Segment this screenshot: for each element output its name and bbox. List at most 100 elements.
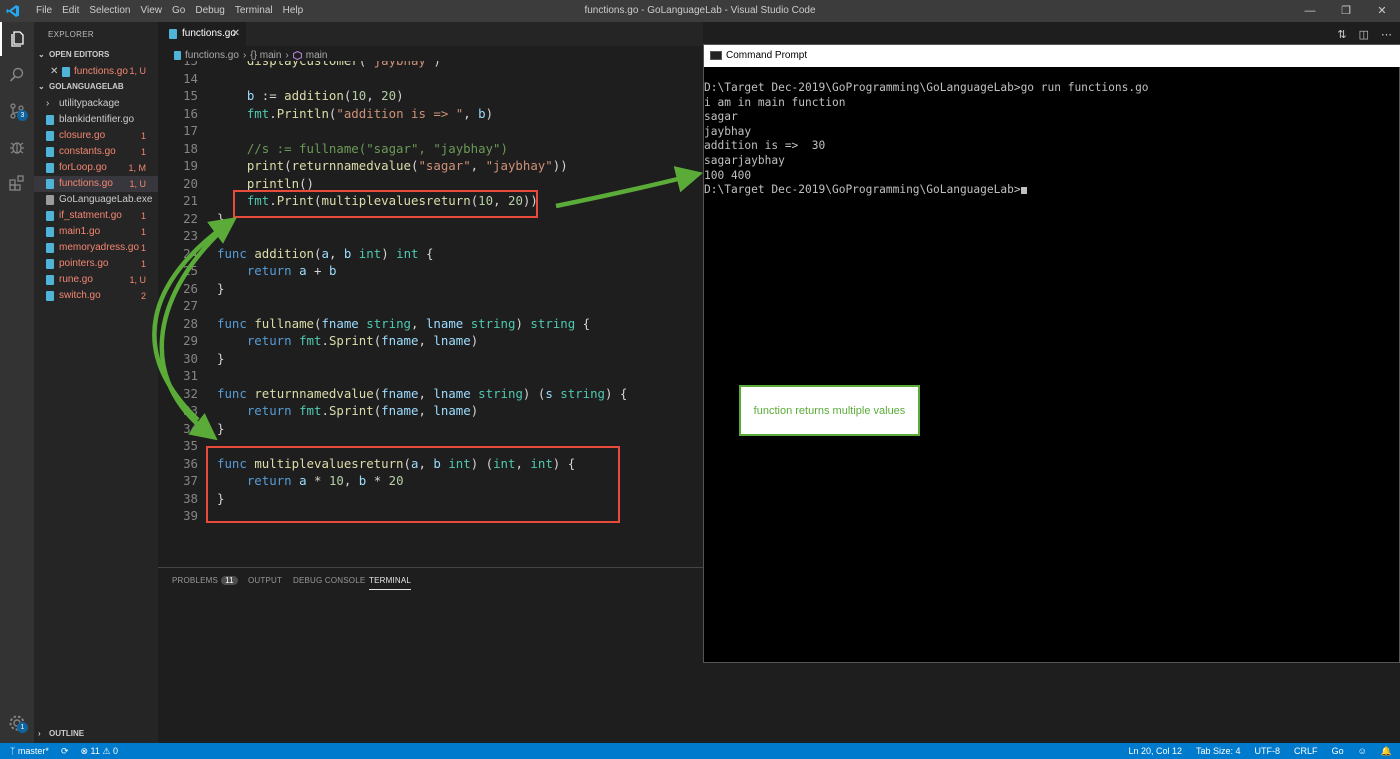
restore-icon[interactable]: ❐ <box>1328 0 1364 22</box>
line-number: 32 <box>183 385 198 401</box>
minimize-icon[interactable]: — <box>1292 0 1328 22</box>
file-tree-item[interactable]: › utilitypackage <box>34 96 158 112</box>
file-name: functions.go <box>59 178 113 189</box>
search-icon[interactable] <box>0 58 34 92</box>
file-tree-item[interactable]: forLoop.go 1, M <box>34 160 158 176</box>
code-line[interactable]: 29 return fmt.Sprint(fname, lname) <box>158 332 703 350</box>
menu-terminal[interactable]: Terminal <box>230 5 278 17</box>
project-section[interactable]: ⌄ GOLANGUAGELAB <box>34 80 158 94</box>
code-line[interactable]: 16 fmt.Println("addition is => ", b) <box>158 105 703 123</box>
terminal-line: jaybhay <box>704 124 752 138</box>
tab-size[interactable]: Tab Size: 4 <box>1196 743 1241 759</box>
tab-output[interactable]: OUTPUT <box>248 576 282 585</box>
open-editors-section[interactable]: ⌄ OPEN EDITORS <box>34 48 158 62</box>
file-tree-item[interactable]: switch.go 2 <box>34 288 158 304</box>
file-tree-item[interactable]: GoLanguageLab.exe <box>34 192 158 208</box>
source-control-icon[interactable]: 3 <box>0 94 34 128</box>
go-file-icon <box>46 291 54 301</box>
code-line[interactable]: 30} <box>158 350 703 368</box>
file-tree-item[interactable]: if_statment.go 1 <box>34 208 158 224</box>
line-number: 28 <box>183 315 198 331</box>
terminal-line: sagarjaybhay <box>704 153 785 167</box>
breadcrumb-file[interactable]: functions.go <box>185 50 239 61</box>
exe-file-icon <box>46 195 54 205</box>
feedback-icon[interactable]: ☺ <box>1358 743 1367 759</box>
breadcrumb-package[interactable]: {} main <box>250 50 281 61</box>
tab-close-icon[interactable]: ✕ <box>232 22 240 46</box>
cursor-position[interactable]: Ln 20, Col 12 <box>1128 743 1182 759</box>
warning-icon: ⚠ <box>102 746 111 756</box>
split-editor-icon[interactable]: ◫ <box>1359 28 1369 41</box>
command-prompt-output[interactable]: D:\Target Dec-2019\GoProgramming\GoLangu… <box>704 81 1400 198</box>
menu-debug[interactable]: Debug <box>190 5 229 17</box>
code-line[interactable]: 24 func addition(a, b int) int { <box>158 245 703 263</box>
file-tree-item[interactable]: pointers.go 1 <box>34 256 158 272</box>
menu-file[interactable]: File <box>31 5 57 17</box>
menu-edit[interactable]: Edit <box>57 5 84 17</box>
debug-icon[interactable] <box>0 130 34 164</box>
command-prompt-window[interactable]: Command Prompt D:\Target Dec-2019\GoProg… <box>703 44 1400 663</box>
file-tree-item[interactable]: main1.go 1 <box>34 224 158 240</box>
open-editor-item[interactable]: ✕ functions.go 1, U <box>34 64 158 79</box>
tab-problems[interactable]: PROBLEMS 11 <box>172 576 238 585</box>
code-line[interactable]: 32 func returnnamedvalue(fname, lname str… <box>158 385 703 403</box>
tab-terminal[interactable]: TERMINAL <box>369 576 412 590</box>
language-mode[interactable]: Go <box>1332 743 1344 759</box>
go-file-icon <box>46 275 54 285</box>
extensions-icon[interactable] <box>0 166 34 200</box>
file-tree-item[interactable]: functions.go 1, U <box>34 176 158 192</box>
breadcrumb-separator-icon: › <box>242 49 247 61</box>
encoding[interactable]: UTF-8 <box>1255 743 1281 759</box>
settings-gear-icon[interactable]: 1 <box>0 706 34 740</box>
tab-functions-go[interactable]: functions.go ✕ <box>158 22 246 46</box>
file-tree-item[interactable]: memoryadress.go 1 <box>34 240 158 256</box>
code-line[interactable]: 33 return fmt.Sprint(fname, lname) <box>158 402 703 420</box>
line-ending[interactable]: CRLF <box>1294 743 1318 759</box>
file-tree-item[interactable]: closure.go 1 <box>34 128 158 144</box>
code-line[interactable]: 31 <box>158 367 703 385</box>
open-editor-status: 1, U <box>129 66 146 76</box>
line-number: 24 <box>183 245 198 261</box>
line-number: 38 <box>183 490 198 506</box>
file-tree-item[interactable]: constants.go 1 <box>34 144 158 160</box>
chevron-down-icon: ⌄ <box>38 82 45 91</box>
code-line[interactable]: 34} <box>158 420 703 438</box>
menu-view[interactable]: View <box>136 5 168 17</box>
close-editor-icon[interactable]: ✕ <box>50 64 58 79</box>
menu-selection[interactable]: Selection <box>84 5 135 17</box>
file-tree-item[interactable]: rune.go 1, U <box>34 272 158 288</box>
activity-bar: 3 1 <box>0 22 34 743</box>
close-icon[interactable]: ✕ <box>1364 0 1400 22</box>
notifications-icon[interactable]: 🔔 <box>1381 743 1392 759</box>
menu-go[interactable]: Go <box>167 5 190 17</box>
line-number: 23 <box>183 228 198 243</box>
outline-section[interactable]: › OUTLINE <box>34 727 158 741</box>
more-actions-icon[interactable]: ⋯ <box>1381 28 1392 41</box>
code-line[interactable]: 23 <box>158 227 703 245</box>
go-file-icon <box>46 243 54 253</box>
command-prompt-titlebar[interactable]: Command Prompt <box>704 45 1400 67</box>
branch-status[interactable]: ᛉ master* <box>10 743 49 759</box>
code-line[interactable]: 18 //s := fullname("sagar", "jaybhay") <box>158 140 703 158</box>
sync-icon[interactable]: ⟳ <box>61 743 69 759</box>
file-tree-item[interactable]: blankidentifier.go <box>34 112 158 128</box>
code-line[interactable]: 26} <box>158 280 703 298</box>
code-line[interactable]: 27 <box>158 297 703 315</box>
explorer-icon[interactable] <box>0 22 34 56</box>
problems-status[interactable]: ⊗ 11 ⚠ 0 <box>80 743 118 759</box>
status-bar: ᛉ master* ⟳ ⊗ 11 ⚠ 0 Ln 20, Col 12 Tab S… <box>0 743 1400 759</box>
code-line[interactable]: 19 print(returnnamedvalue("sagar", "jayb… <box>158 157 703 175</box>
line-number: 30 <box>183 350 198 366</box>
compare-icon[interactable]: ⇅ <box>1337 28 1346 41</box>
line-text: displaycustomer("jaybhay") <box>217 61 441 70</box>
menu-help[interactable]: Help <box>278 5 309 17</box>
code-line[interactable]: 17 <box>158 122 703 140</box>
breadcrumb-function[interactable]: main <box>306 50 328 61</box>
code-line[interactable]: 25 return a + b <box>158 262 703 280</box>
tab-debug-console[interactable]: DEBUG CONSOLE <box>293 576 365 585</box>
status-left: ᛉ master* ⟳ ⊗ 11 ⚠ 0 <box>10 743 118 759</box>
code-line[interactable]: 15 displaycustomer("jaybhay") <box>158 61 703 70</box>
code-line[interactable]: 15 b := addition(10, 20) <box>158 87 703 105</box>
code-line[interactable]: 14 <box>158 70 703 88</box>
code-line[interactable]: 28 func fullname(fname string, lname stri… <box>158 315 703 333</box>
